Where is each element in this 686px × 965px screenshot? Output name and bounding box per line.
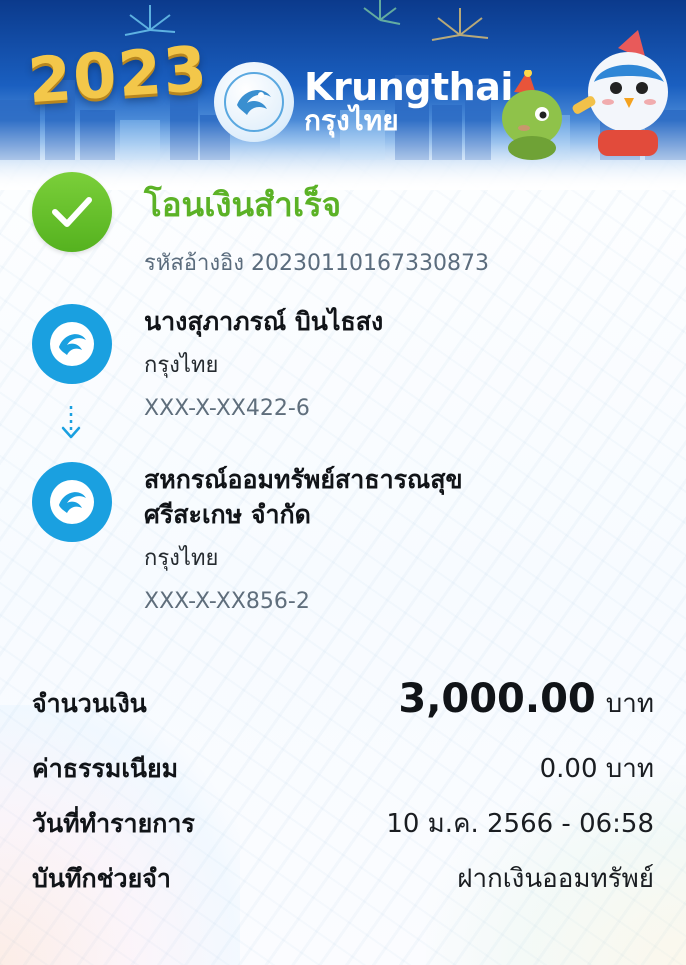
brand-name-en: Krungthai <box>304 64 513 109</box>
transfer-status: โอนเงินสำเร็จ รหัสอ้างอิง 20230110167330… <box>32 172 489 280</box>
krungthai-logo: Krungthai กรุงไทย <box>214 62 513 142</box>
receiver-account: XXX-X-XX856-2 <box>144 589 310 614</box>
sender-bank: กรุงไทย <box>144 353 219 378</box>
fee-row: ค่าธรรมเนียม 0.00 บาท <box>32 748 654 789</box>
krungthai-bank-icon <box>32 304 112 384</box>
year-balloon-text: 2023 <box>25 31 211 118</box>
reference-line: รหัสอ้างอิง 20230110167330873 <box>144 245 489 280</box>
receiver-name-line2: ศรีสะเกษ จำกัด <box>144 500 311 529</box>
amount: 3,000.00 บาท <box>398 676 654 724</box>
date-value: 10 ม.ค. 2566 - 06:58 <box>386 809 654 839</box>
brand-name-th: กรุงไทย <box>304 103 399 137</box>
status-title: โอนเงินสำเร็จ <box>144 185 342 224</box>
receiver-bank: กรุงไทย <box>144 546 219 571</box>
date-row: วันที่ทำรายการ 10 ม.ค. 2566 - 06:58 <box>32 803 654 844</box>
bird-mascot-illustration <box>572 30 668 156</box>
krungthai-bird-icon <box>214 62 294 142</box>
receiver-card: สหกรณ์ออมทรัพย์สาธารณสุข ศรีสะเกษ จำกัด … <box>32 462 463 614</box>
new-year-banner: 2023 Krungthai กรุงไทย <box>0 0 686 190</box>
sender-account: XXX-X-XX422-6 <box>144 396 310 421</box>
fee-label: ค่าธรรมเนียม <box>32 754 179 783</box>
amount-label: จำนวนเงิน <box>32 689 147 718</box>
arrow-down-icon <box>61 406 81 439</box>
fee-value: 0.00 บาท <box>539 754 654 784</box>
krungthai-bank-icon <box>32 462 112 542</box>
memo-row: บันทึกช่วยจำ ฝากเงินออมทรัพย์ <box>32 858 654 899</box>
amount-row: จำนวนเงิน 3,000.00 บาท <box>32 676 654 724</box>
memo-value: ฝากเงินออมทรัพย์ <box>457 864 654 894</box>
dinosaur-mascot-illustration <box>502 70 562 160</box>
date-label: วันที่ทำรายการ <box>32 809 195 838</box>
sender-card: นางสุภาภรณ์ บินไธสง กรุงไทย XXX-X-XX422-… <box>32 304 383 421</box>
sender-name: นางสุภาภรณ์ บินไธสง <box>144 307 384 336</box>
memo-label: บันทึกช่วยจำ <box>32 864 171 893</box>
receiver-name-line1: สหกรณ์ออมทรัพย์สาธารณสุข <box>144 465 463 494</box>
reference-number: 20230110167330873 <box>251 251 489 276</box>
reference-label: รหัสอ้างอิง <box>144 251 245 276</box>
success-check-icon <box>32 172 112 252</box>
amount-unit: บาท <box>605 689 654 719</box>
amount-value: 3,000.00 <box>398 676 596 722</box>
